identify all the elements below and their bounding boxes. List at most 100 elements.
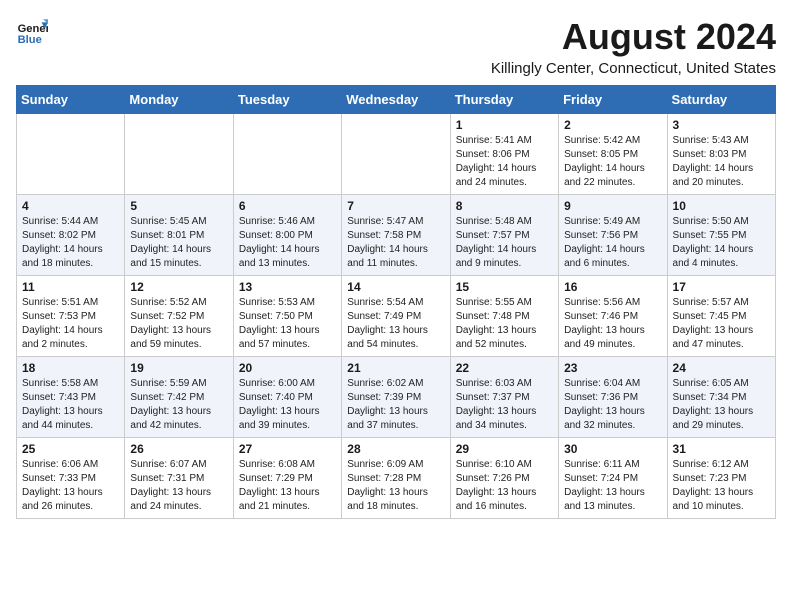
calendar-day-cell: 26 Sunrise: 6:07 AM Sunset: 7:31 PM Dayli… bbox=[125, 438, 233, 519]
calendar-day-cell: 24Sunrise: 6:05 AM Sunset: 7:34 PM Dayli… bbox=[667, 357, 775, 438]
day-number: 13 bbox=[239, 280, 336, 294]
calendar-day-cell: 5 Sunrise: 5:45 AM Sunset: 8:01 PM Daylig… bbox=[125, 195, 233, 276]
day-info: Sunrise: 5:48 AM Sunset: 7:57 PM Dayligh… bbox=[456, 215, 553, 271]
day-number: 7 bbox=[347, 199, 444, 213]
day-number: 2 bbox=[564, 118, 661, 132]
day-info: Sunrise: 6:05 AM Sunset: 7:34 PM Dayligh… bbox=[673, 377, 770, 433]
page-header: General Blue August 2024 Killingly Cente… bbox=[16, 16, 776, 77]
calendar-week-row: 4 Sunrise: 5:44 AM Sunset: 8:02 PM Daylig… bbox=[17, 195, 776, 276]
day-info: Sunrise: 5:54 AM Sunset: 7:49 PM Dayligh… bbox=[347, 296, 444, 352]
logo: General Blue bbox=[16, 16, 48, 48]
day-number: 18 bbox=[22, 361, 119, 375]
calendar-day-cell: 21 Sunrise: 6:02 AM Sunset: 7:39 PM Dayli… bbox=[342, 357, 450, 438]
day-info: Sunrise: 6:07 AM Sunset: 7:31 PM Dayligh… bbox=[130, 458, 227, 514]
title-block: August 2024 Killingly Center, Connecticu… bbox=[491, 16, 776, 77]
day-number: 26 bbox=[130, 442, 227, 456]
day-of-week-header: Tuesday bbox=[233, 86, 341, 114]
calendar-day-cell: 25 Sunrise: 6:06 AM Sunset: 7:33 PM Dayli… bbox=[17, 438, 125, 519]
calendar-day-cell: 31Sunrise: 6:12 AM Sunset: 7:23 PM Dayli… bbox=[667, 438, 775, 519]
day-of-week-header: Friday bbox=[559, 86, 667, 114]
day-info: Sunrise: 5:45 AM Sunset: 8:01 PM Dayligh… bbox=[130, 215, 227, 271]
day-info: Sunrise: 5:56 AM Sunset: 7:46 PM Dayligh… bbox=[564, 296, 661, 352]
calendar-day-cell: 22 Sunrise: 6:03 AM Sunset: 7:37 PM Dayli… bbox=[450, 357, 558, 438]
calendar-header-row: SundayMondayTuesdayWednesdayThursdayFrid… bbox=[17, 86, 776, 114]
day-number: 27 bbox=[239, 442, 336, 456]
calendar-day-cell bbox=[233, 114, 341, 195]
calendar-day-cell: 23 Sunrise: 6:04 AM Sunset: 7:36 PM Dayli… bbox=[559, 357, 667, 438]
calendar-week-row: 1 Sunrise: 5:41 AM Sunset: 8:06 PM Daylig… bbox=[17, 114, 776, 195]
day-number: 21 bbox=[347, 361, 444, 375]
day-number: 25 bbox=[22, 442, 119, 456]
calendar-day-cell: 15Sunrise: 5:55 AM Sunset: 7:48 PM Dayli… bbox=[450, 276, 558, 357]
calendar-day-cell: 20Sunrise: 6:00 AM Sunset: 7:40 PM Dayli… bbox=[233, 357, 341, 438]
calendar-day-cell bbox=[342, 114, 450, 195]
day-info: Sunrise: 6:09 AM Sunset: 7:28 PM Dayligh… bbox=[347, 458, 444, 514]
location-subtitle: Killingly Center, Connecticut, United St… bbox=[491, 60, 776, 77]
day-number: 16 bbox=[564, 280, 661, 294]
calendar-day-cell: 4 Sunrise: 5:44 AM Sunset: 8:02 PM Daylig… bbox=[17, 195, 125, 276]
calendar-day-cell: 2 Sunrise: 5:42 AM Sunset: 8:05 PM Daylig… bbox=[559, 114, 667, 195]
calendar-day-cell: 10 Sunrise: 5:50 AM Sunset: 7:55 PM Dayli… bbox=[667, 195, 775, 276]
calendar-day-cell bbox=[17, 114, 125, 195]
calendar-day-cell: 28 Sunrise: 6:09 AM Sunset: 7:28 PM Dayli… bbox=[342, 438, 450, 519]
day-info: Sunrise: 6:10 AM Sunset: 7:26 PM Dayligh… bbox=[456, 458, 553, 514]
calendar-day-cell: 18 Sunrise: 5:58 AM Sunset: 7:43 PM Dayli… bbox=[17, 357, 125, 438]
day-number: 12 bbox=[130, 280, 227, 294]
day-info: Sunrise: 6:06 AM Sunset: 7:33 PM Dayligh… bbox=[22, 458, 119, 514]
day-info: Sunrise: 6:08 AM Sunset: 7:29 PM Dayligh… bbox=[239, 458, 336, 514]
calendar-day-cell: 12 Sunrise: 5:52 AM Sunset: 7:52 PM Dayli… bbox=[125, 276, 233, 357]
calendar-day-cell: 13 Sunrise: 5:53 AM Sunset: 7:50 PM Dayli… bbox=[233, 276, 341, 357]
day-of-week-header: Thursday bbox=[450, 86, 558, 114]
day-info: Sunrise: 6:02 AM Sunset: 7:39 PM Dayligh… bbox=[347, 377, 444, 433]
day-info: Sunrise: 5:51 AM Sunset: 7:53 PM Dayligh… bbox=[22, 296, 119, 352]
calendar-day-cell: 29 Sunrise: 6:10 AM Sunset: 7:26 PM Dayli… bbox=[450, 438, 558, 519]
day-info: Sunrise: 5:57 AM Sunset: 7:45 PM Dayligh… bbox=[673, 296, 770, 352]
calendar-week-row: 11 Sunrise: 5:51 AM Sunset: 7:53 PM Dayli… bbox=[17, 276, 776, 357]
calendar-day-cell: 11 Sunrise: 5:51 AM Sunset: 7:53 PM Dayli… bbox=[17, 276, 125, 357]
day-info: Sunrise: 5:59 AM Sunset: 7:42 PM Dayligh… bbox=[130, 377, 227, 433]
day-info: Sunrise: 5:42 AM Sunset: 8:05 PM Dayligh… bbox=[564, 134, 661, 190]
calendar-day-cell: 17Sunrise: 5:57 AM Sunset: 7:45 PM Dayli… bbox=[667, 276, 775, 357]
calendar-day-cell: 16 Sunrise: 5:56 AM Sunset: 7:46 PM Dayli… bbox=[559, 276, 667, 357]
day-number: 22 bbox=[456, 361, 553, 375]
logo-icon: General Blue bbox=[16, 16, 48, 48]
day-info: Sunrise: 6:04 AM Sunset: 7:36 PM Dayligh… bbox=[564, 377, 661, 433]
month-year-title: August 2024 bbox=[491, 16, 776, 58]
calendar-table: SundayMondayTuesdayWednesdayThursdayFrid… bbox=[16, 85, 776, 519]
day-info: Sunrise: 6:12 AM Sunset: 7:23 PM Dayligh… bbox=[673, 458, 770, 514]
day-number: 5 bbox=[130, 199, 227, 213]
day-number: 6 bbox=[239, 199, 336, 213]
day-number: 10 bbox=[673, 199, 770, 213]
calendar-day-cell: 14Sunrise: 5:54 AM Sunset: 7:49 PM Dayli… bbox=[342, 276, 450, 357]
calendar-day-cell: 19Sunrise: 5:59 AM Sunset: 7:42 PM Dayli… bbox=[125, 357, 233, 438]
day-number: 1 bbox=[456, 118, 553, 132]
day-number: 9 bbox=[564, 199, 661, 213]
calendar-day-cell: 1 Sunrise: 5:41 AM Sunset: 8:06 PM Daylig… bbox=[450, 114, 558, 195]
day-info: Sunrise: 5:47 AM Sunset: 7:58 PM Dayligh… bbox=[347, 215, 444, 271]
day-number: 23 bbox=[564, 361, 661, 375]
calendar-day-cell: 7 Sunrise: 5:47 AM Sunset: 7:58 PM Daylig… bbox=[342, 195, 450, 276]
day-number: 4 bbox=[22, 199, 119, 213]
day-of-week-header: Sunday bbox=[17, 86, 125, 114]
calendar-day-cell: 6 Sunrise: 5:46 AM Sunset: 8:00 PM Daylig… bbox=[233, 195, 341, 276]
day-info: Sunrise: 6:11 AM Sunset: 7:24 PM Dayligh… bbox=[564, 458, 661, 514]
day-info: Sunrise: 5:52 AM Sunset: 7:52 PM Dayligh… bbox=[130, 296, 227, 352]
day-info: Sunrise: 5:43 AM Sunset: 8:03 PM Dayligh… bbox=[673, 134, 770, 190]
day-number: 11 bbox=[22, 280, 119, 294]
calendar-day-cell: 30Sunrise: 6:11 AM Sunset: 7:24 PM Dayli… bbox=[559, 438, 667, 519]
calendar-day-cell: 9Sunrise: 5:49 AM Sunset: 7:56 PM Daylig… bbox=[559, 195, 667, 276]
day-number: 3 bbox=[673, 118, 770, 132]
day-number: 20 bbox=[239, 361, 336, 375]
day-number: 28 bbox=[347, 442, 444, 456]
day-info: Sunrise: 5:50 AM Sunset: 7:55 PM Dayligh… bbox=[673, 215, 770, 271]
calendar-day-cell bbox=[125, 114, 233, 195]
day-info: Sunrise: 5:46 AM Sunset: 8:00 PM Dayligh… bbox=[239, 215, 336, 271]
day-number: 29 bbox=[456, 442, 553, 456]
day-info: Sunrise: 5:44 AM Sunset: 8:02 PM Dayligh… bbox=[22, 215, 119, 271]
day-info: Sunrise: 5:53 AM Sunset: 7:50 PM Dayligh… bbox=[239, 296, 336, 352]
day-info: Sunrise: 5:41 AM Sunset: 8:06 PM Dayligh… bbox=[456, 134, 553, 190]
calendar-week-row: 25 Sunrise: 6:06 AM Sunset: 7:33 PM Dayli… bbox=[17, 438, 776, 519]
day-info: Sunrise: 6:03 AM Sunset: 7:37 PM Dayligh… bbox=[456, 377, 553, 433]
calendar-week-row: 18 Sunrise: 5:58 AM Sunset: 7:43 PM Dayli… bbox=[17, 357, 776, 438]
day-info: Sunrise: 5:58 AM Sunset: 7:43 PM Dayligh… bbox=[22, 377, 119, 433]
